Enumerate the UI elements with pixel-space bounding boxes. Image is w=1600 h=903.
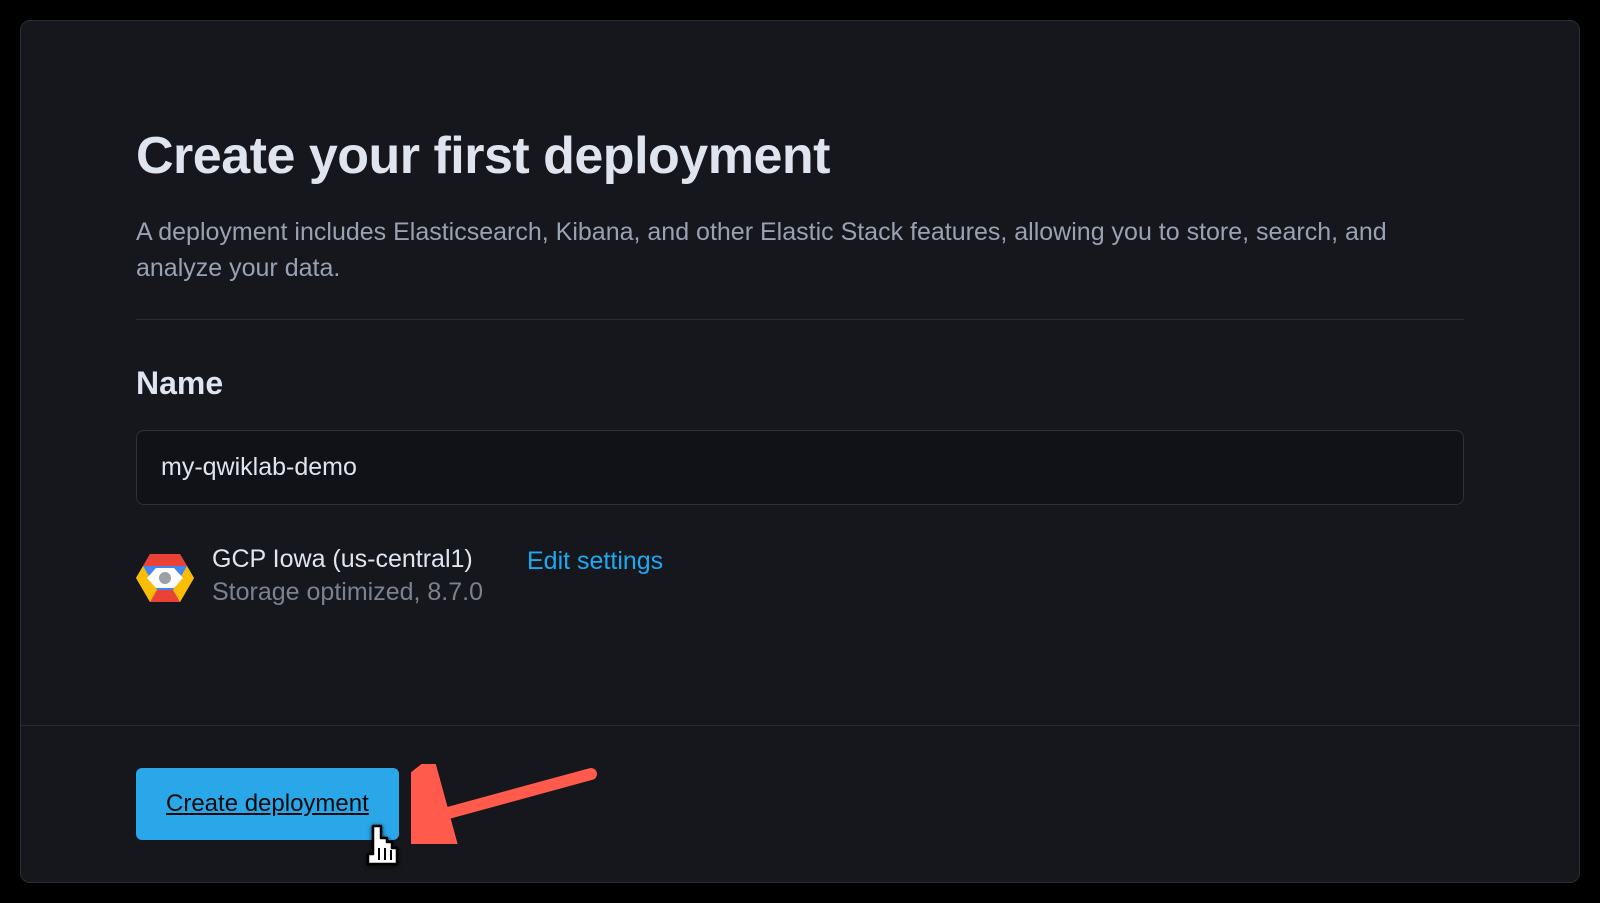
provider-row: GCP Iowa (us-central1) Storage optimized…: [136, 545, 1464, 607]
provider-config: Storage optimized, 8.7.0: [212, 578, 483, 607]
panel-footer: Create deployment: [21, 725, 1579, 882]
panel-content: Create your first deployment A deploymen…: [21, 21, 1579, 647]
name-section: Name GCP Iowa (us-central1): [136, 320, 1464, 607]
provider-region: GCP Iowa (us-central1): [212, 545, 483, 574]
gcp-icon: [136, 550, 194, 602]
page-description: A deployment includes Elasticsearch, Kib…: [136, 214, 1464, 287]
edit-settings-link[interactable]: Edit settings: [527, 547, 663, 576]
name-label: Name: [136, 365, 1464, 402]
page-title: Create your first deployment: [136, 126, 1464, 186]
deployment-name-input[interactable]: [136, 430, 1464, 505]
create-deployment-button[interactable]: Create deployment: [136, 768, 399, 840]
provider-text: GCP Iowa (us-central1) Storage optimized…: [212, 545, 483, 607]
create-deployment-panel: Create your first deployment A deploymen…: [20, 20, 1580, 883]
